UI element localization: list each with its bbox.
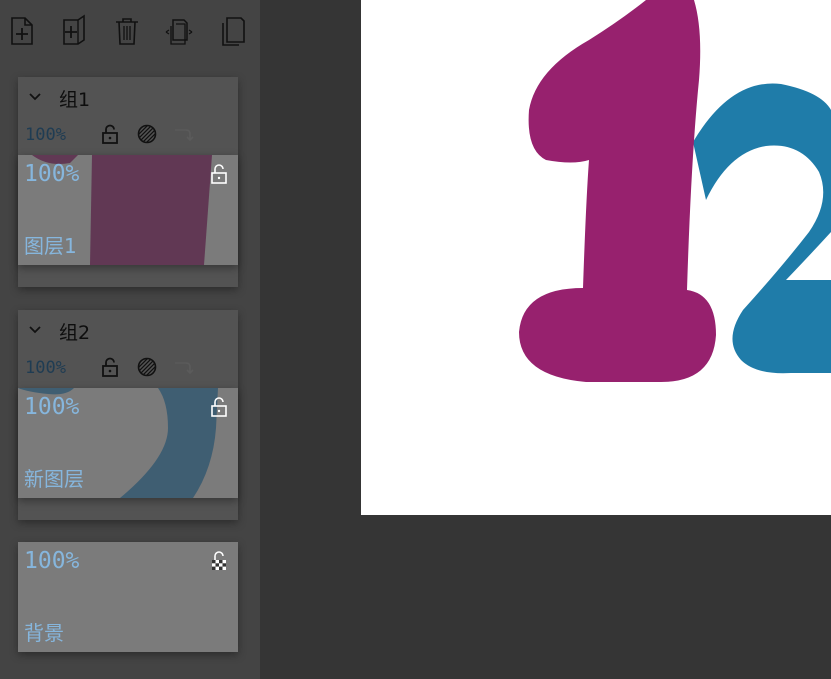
chevron-down-icon[interactable] — [28, 89, 42, 103]
merge-layers-button[interactable] — [165, 14, 193, 48]
merge-icon — [165, 14, 193, 48]
group-1-header[interactable]: 组1 — [18, 77, 238, 117]
alpha-lock-icon[interactable] — [136, 356, 158, 378]
layer-name: 图层1 — [24, 234, 77, 258]
unlock-icon[interactable] — [210, 163, 228, 185]
layers-toolbar — [0, 0, 260, 64]
canvas-drawing — [519, 0, 831, 382]
group-opacity[interactable]: 100% — [25, 125, 66, 145]
layer-opacity: 100% — [24, 394, 80, 420]
background-layer-item[interactable]: 100% 背景 — [18, 542, 238, 652]
delete-layer-button[interactable] — [113, 14, 141, 48]
group-2-header[interactable]: 组2 — [18, 310, 238, 350]
clip-arrow-icon[interactable] — [172, 357, 196, 377]
new-group-icon — [60, 14, 88, 48]
lock-icon[interactable] — [100, 124, 120, 144]
duplicate-layer-button[interactable] — [219, 14, 247, 48]
new-layer-icon — [8, 14, 36, 48]
layer-opacity: 100% — [24, 548, 80, 574]
clip-arrow-icon[interactable] — [172, 124, 196, 144]
checkered-lock-icon[interactable] — [210, 550, 228, 572]
layers-panel: 组1 100% 100% 图层1 组2 100% 100% 新图层 100% 背… — [0, 0, 260, 679]
unlock-icon[interactable] — [210, 396, 228, 418]
digit-one-stroke — [519, 0, 716, 382]
new-group-button[interactable] — [60, 14, 88, 48]
alpha-lock-icon[interactable] — [136, 123, 158, 145]
layer-item-2[interactable]: 100% 新图层 — [18, 388, 238, 498]
trash-icon — [113, 14, 141, 48]
group-name: 组1 — [59, 89, 91, 111]
layer-name: 背景 — [24, 621, 64, 645]
duplicate-icon — [219, 14, 247, 48]
chevron-down-icon[interactable] — [28, 322, 42, 336]
drawing-canvas[interactable] — [361, 0, 831, 515]
group-opacity[interactable]: 100% — [25, 358, 66, 378]
layer-item-1[interactable]: 100% 图层1 — [18, 155, 238, 265]
group-name: 组2 — [59, 322, 91, 344]
new-layer-button[interactable] — [8, 14, 36, 48]
layer-opacity: 100% — [24, 161, 80, 187]
layer-name: 新图层 — [24, 467, 84, 491]
lock-icon[interactable] — [100, 357, 120, 377]
